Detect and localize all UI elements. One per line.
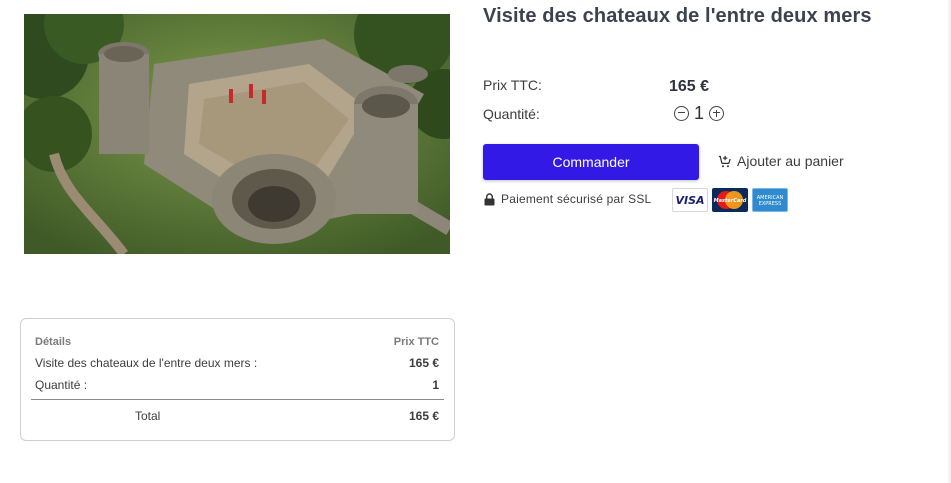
summary-total-value: 165 € (408, 409, 439, 423)
summary-qty-label: Quantité : (35, 378, 88, 392)
summary-qty-value: 1 (432, 378, 439, 392)
summary-header-details: Détails (35, 336, 72, 348)
summary-header-price: Prix TTC (393, 336, 439, 348)
minus-circle-icon[interactable] (674, 105, 689, 121)
quantity-stepper: 1 (674, 102, 725, 124)
secure-payment-text: Paiement sécurisé par SSL (501, 192, 652, 206)
plus-circle-icon[interactable] (709, 105, 725, 121)
svg-text:EXPRESS: EXPRESS (759, 201, 782, 207)
order-button[interactable]: Commander (483, 144, 699, 180)
quantity-value: 1 (694, 103, 705, 123)
cart-add-icon (718, 155, 731, 167)
summary-total-label: Total (135, 409, 161, 423)
product-image (24, 14, 450, 254)
mastercard-icon: MasterCard (712, 188, 748, 212)
page-edge-shadow (947, 0, 951, 483)
svg-text:MasterCard: MasterCard (714, 198, 747, 204)
summary-item-price: 165 € (408, 356, 439, 370)
payment-cards: VISA MasterCard AMERICAN EXPRESS (672, 188, 788, 212)
quantity-label: Quantité: (483, 106, 540, 122)
add-to-cart-label: Ajouter au panier (737, 153, 844, 169)
order-summary: Détails Prix TTC Visite des chateaux de … (20, 318, 455, 441)
price-label: Prix TTC: (483, 77, 542, 93)
summary-divider (31, 399, 444, 400)
amex-card-icon: AMERICAN EXPRESS (752, 188, 788, 212)
product-title: Visite des chateaux de l'entre deux mers (483, 5, 872, 27)
price-value: 165 € (669, 78, 710, 95)
add-to-cart-button[interactable]: Ajouter au panier (717, 153, 844, 169)
castle-illustration (24, 14, 450, 254)
summary-item-label: Visite des chateaux de l'entre deux mers… (35, 356, 258, 370)
secure-payment: Paiement sécurisé par SSL (484, 192, 651, 206)
lock-icon (484, 192, 495, 205)
visa-card-icon: VISA (672, 188, 708, 212)
